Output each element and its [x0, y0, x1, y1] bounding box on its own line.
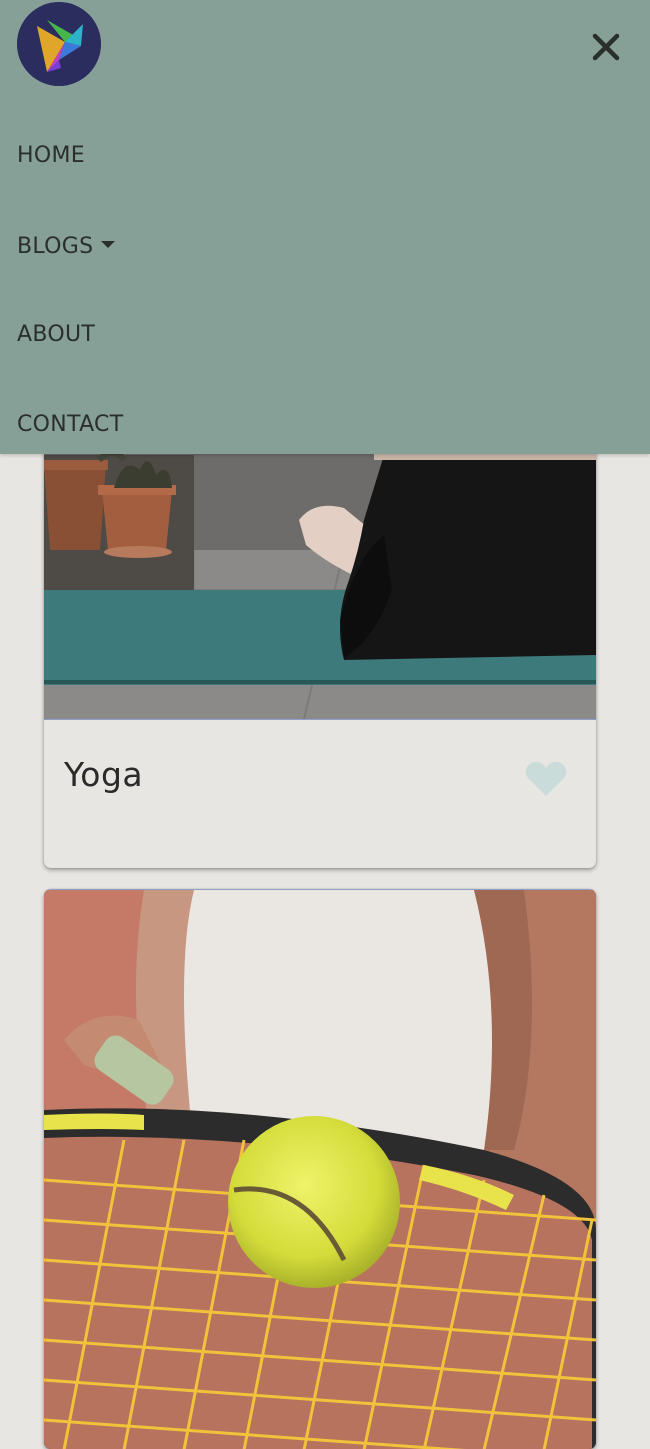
nav-item-contact[interactable]: CONTACT	[17, 404, 123, 444]
tennis-photo[interactable]	[44, 889, 596, 1449]
nav-item-label: CONTACT	[17, 411, 124, 437]
nav-item-home[interactable]: HOME	[17, 135, 85, 175]
nav-item-label: ABOUT	[17, 321, 96, 347]
nav-item-blogs[interactable]: BLOGS	[17, 226, 116, 266]
nav-item-label: BLOGS	[17, 233, 94, 259]
nav-item-label: HOME	[17, 142, 85, 168]
mobile-nav-menu: HOME BLOGS ABOUT CONTACT	[0, 0, 650, 454]
nav-item-about[interactable]: ABOUT	[17, 314, 95, 354]
card-title[interactable]: Yoga	[64, 755, 143, 794]
blog-card-tennis[interactable]	[44, 889, 596, 1449]
heart-icon[interactable]	[524, 760, 568, 798]
caret-down-icon	[101, 240, 116, 248]
close-icon[interactable]	[586, 27, 626, 67]
bird-logo-icon[interactable]	[17, 2, 101, 86]
